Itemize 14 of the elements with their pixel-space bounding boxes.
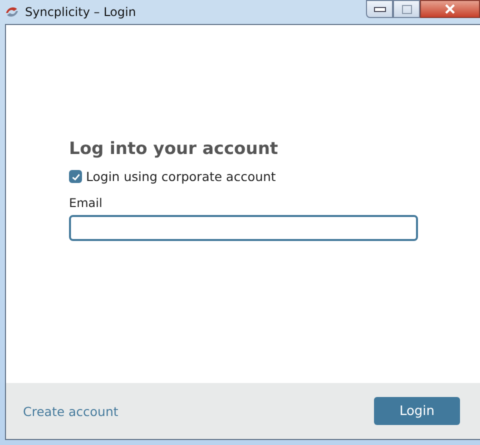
form-heading: Log into your account	[69, 139, 280, 159]
window-title: Syncplicity – Login	[25, 5, 136, 19]
close-icon	[445, 4, 455, 14]
create-account-link[interactable]: Create account	[23, 404, 118, 418]
close-button[interactable]	[420, 0, 480, 18]
minimize-icon	[374, 6, 386, 12]
email-label: Email	[69, 196, 104, 210]
login-button[interactable]: Login	[374, 397, 460, 425]
maximize-button[interactable]	[393, 0, 420, 18]
checkbox-label: Login using corporate account	[86, 169, 276, 184]
minimize-button[interactable]	[366, 0, 393, 18]
maximize-icon	[402, 4, 412, 14]
email-field[interactable]	[69, 215, 418, 241]
corporate-checkbox[interactable]	[69, 170, 82, 183]
